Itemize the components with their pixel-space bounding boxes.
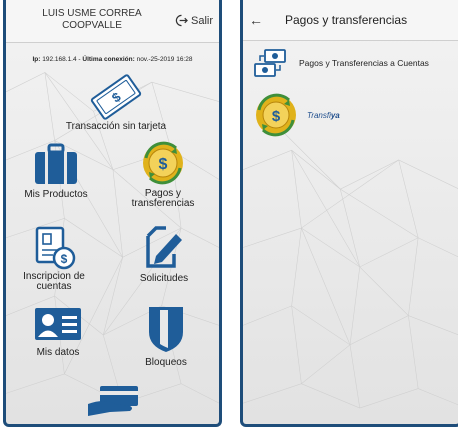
edit-document-icon bbox=[146, 226, 182, 268]
svg-text:$: $ bbox=[61, 252, 68, 266]
svg-text:$: $ bbox=[159, 156, 168, 173]
top-bar: LUIS USME CORREA COOPVALLE Salir bbox=[6, 0, 219, 43]
my-products-label: Mis Productos bbox=[24, 189, 88, 200]
cardless-money-icon: $ bbox=[90, 74, 142, 120]
my-products-tile[interactable]: Mis Productos bbox=[14, 142, 98, 200]
hand-card-icon bbox=[88, 386, 138, 416]
logout-label: Salir bbox=[190, 14, 213, 27]
blocks-label: Bloqueos bbox=[145, 357, 187, 368]
account-enrollment-tile[interactable]: $ Inscripcion de cuentas bbox=[12, 226, 96, 292]
requests-label: Solicitudes bbox=[139, 273, 189, 284]
user-entity: COOPVALLE bbox=[62, 20, 122, 31]
top-bar: ← Pagos y transferencias bbox=[243, 0, 458, 41]
document-money-icon: $ bbox=[35, 226, 76, 270]
home-screen: LUIS USME CORREA COOPVALLE Salir Ip: 192… bbox=[3, 0, 222, 427]
payments-transfers-tile[interactable]: $ Pagos y transferencias bbox=[116, 140, 210, 209]
shield-icon bbox=[149, 307, 183, 352]
last-login-label: Última conexión: bbox=[82, 56, 135, 63]
blocks-tile[interactable]: Bloqueos bbox=[126, 304, 206, 368]
logout-icon bbox=[175, 14, 188, 27]
payments-screen: ← Pagos y transferencias Pagos y Transfe… bbox=[240, 0, 458, 427]
accounts-transfer-option[interactable]: Pagos y Transferencias a Cuentas bbox=[253, 48, 429, 78]
my-data-tile[interactable]: Mis datos bbox=[18, 306, 98, 358]
user-fullname: LUIS USME CORREA bbox=[42, 8, 142, 19]
id-card-icon bbox=[35, 308, 81, 340]
back-arrow-icon[interactable]: ← bbox=[249, 12, 263, 28]
payments-label-line2: transferencias bbox=[131, 198, 195, 209]
enrollment-label-line2: cuentas bbox=[36, 281, 72, 292]
transfiya-suffix: ya bbox=[330, 110, 340, 120]
transfiya-label: Transfiya bbox=[307, 111, 340, 120]
briefcase-icon bbox=[35, 143, 77, 184]
requests-tile[interactable]: Solicitudes bbox=[124, 226, 204, 284]
ip-value: 192.168.1.4 bbox=[42, 56, 77, 63]
cardless-label: Transacción sin tarjeta bbox=[65, 121, 167, 132]
coin-exchange-icon: $ bbox=[256, 93, 296, 137]
svg-text:$: $ bbox=[272, 108, 281, 125]
card-payment-tile[interactable] bbox=[84, 384, 144, 420]
page-title: Pagos y transferencias bbox=[285, 13, 408, 27]
cardless-transaction-tile[interactable]: $ Transacción sin tarjeta bbox=[56, 74, 176, 132]
ip-label: Ip: bbox=[32, 56, 41, 63]
coin-exchange-icon: $ bbox=[143, 141, 183, 185]
session-info: Ip: 192.168.1.4 - Última conexión: nov.-… bbox=[32, 56, 193, 63]
logout-button[interactable]: Salir bbox=[175, 14, 213, 27]
last-login-value: nov.-25-2019 16:28 bbox=[136, 56, 193, 63]
my-data-label: Mis datos bbox=[36, 347, 80, 358]
transfiya-option[interactable]: $ Transfiya bbox=[253, 92, 340, 138]
transfiya-prefix: Transfi bbox=[307, 110, 331, 120]
user-name: LUIS USME CORREA COOPVALLE bbox=[30, 8, 154, 32]
accounts-transfer-label: Pagos y Transferencias a Cuentas bbox=[299, 58, 429, 68]
bills-exchange-icon bbox=[254, 49, 286, 77]
